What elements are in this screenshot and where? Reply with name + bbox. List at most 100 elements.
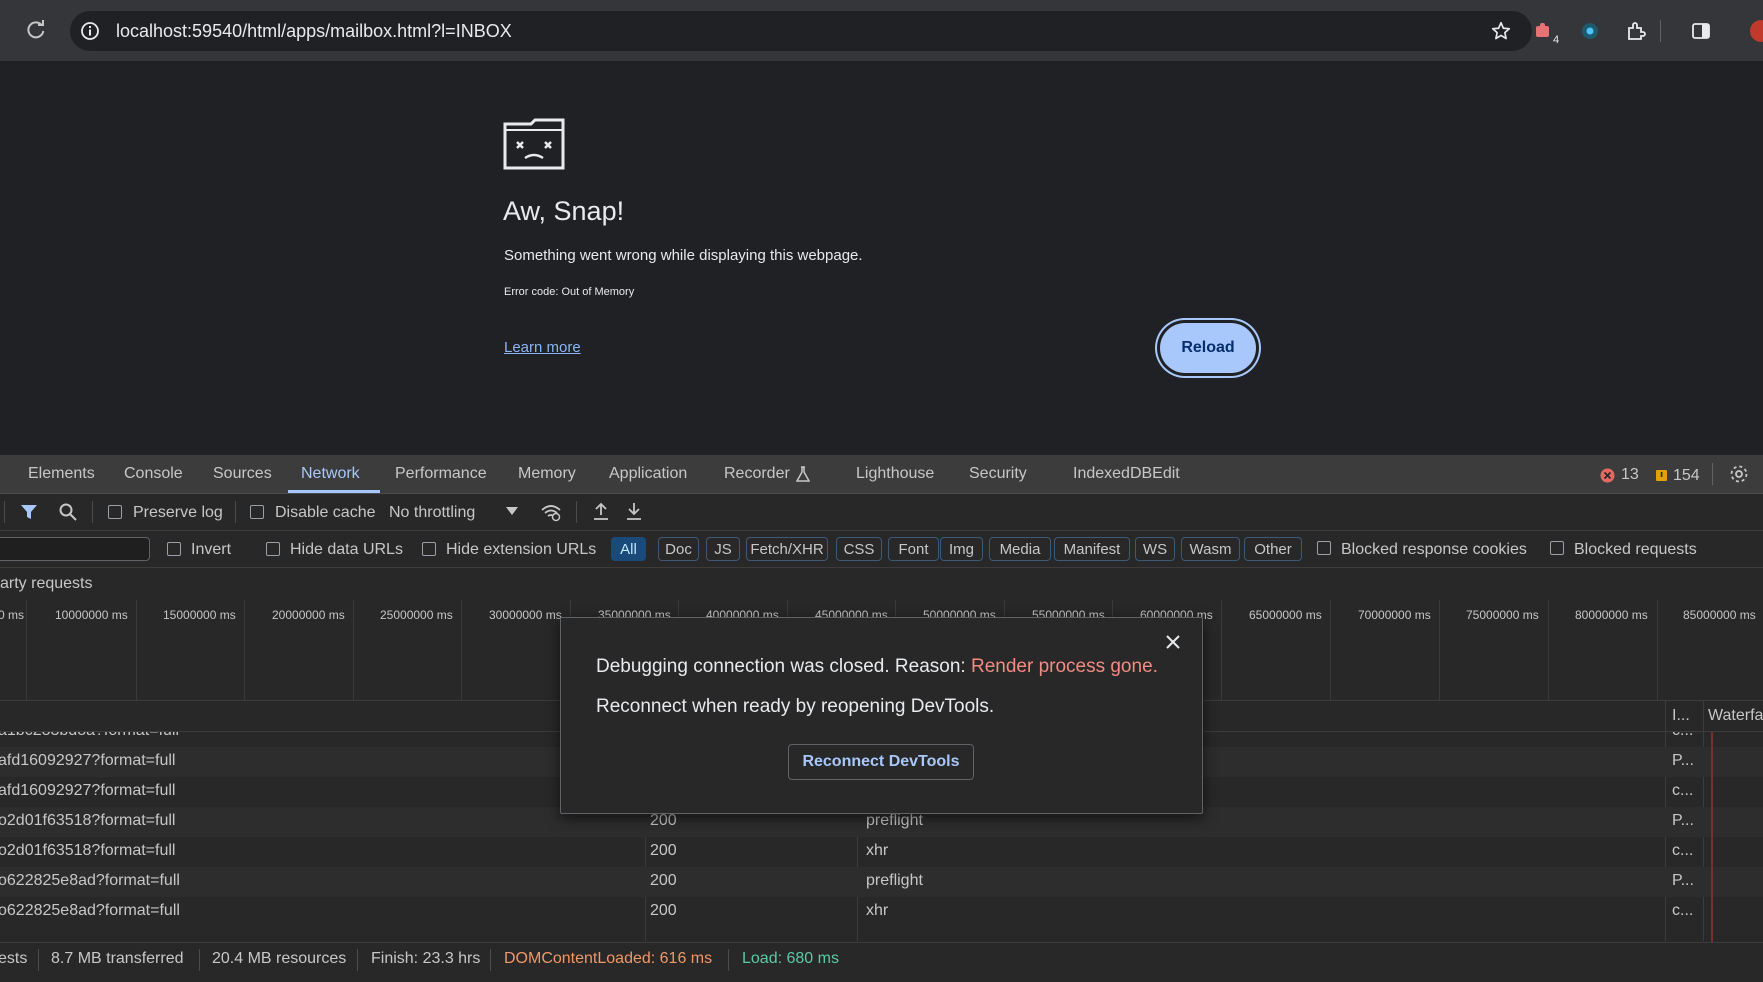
hide-extension-urls-checkbox[interactable] bbox=[422, 542, 436, 556]
tick-label: 65000000 ms bbox=[1249, 608, 1322, 622]
preserve-log-label: Preserve log bbox=[133, 504, 223, 521]
filter-chip-fetch-xhr[interactable]: Fetch/XHR bbox=[746, 537, 828, 561]
tab-elements[interactable]: Elements bbox=[28, 465, 95, 483]
third-party-requests-label: arty requests bbox=[0, 575, 93, 592]
upload-icon[interactable] bbox=[592, 501, 610, 521]
cell-initiator[interactable]: c... bbox=[1672, 782, 1693, 800]
crash-title: Aw, Snap! bbox=[503, 196, 625, 226]
close-icon[interactable] bbox=[1163, 632, 1183, 652]
table-row[interactable]: o622825e8ad?format=full 200 preflight P.… bbox=[0, 867, 1763, 897]
filter-chip-media[interactable]: Media bbox=[989, 537, 1051, 561]
reload-button[interactable]: Reload bbox=[1160, 323, 1256, 373]
tab-performance[interactable]: Performance bbox=[395, 465, 487, 483]
url-text[interactable]: localhost:59540/html/apps/mailbox.html?l… bbox=[116, 21, 512, 42]
hide-data-urls-label: Hide data URLs bbox=[290, 541, 403, 558]
extension-puzzle-red-icon[interactable] bbox=[1533, 20, 1555, 42]
invert-label: Invert bbox=[191, 541, 232, 558]
cell-name: afd16092927?format=full bbox=[0, 752, 176, 769]
filter-chip-all[interactable]: All bbox=[611, 537, 646, 561]
bookmark-star-icon[interactable] bbox=[1490, 20, 1512, 42]
filter-chip-wasm[interactable]: Wasm bbox=[1181, 537, 1240, 561]
tick-gridline bbox=[1548, 600, 1549, 700]
tick-gridline bbox=[26, 600, 27, 700]
disable-cache-checkbox[interactable] bbox=[250, 505, 264, 519]
filter-chip-manifest[interactable]: Manifest bbox=[1054, 537, 1130, 561]
tab-security[interactable]: Security bbox=[969, 465, 1027, 483]
filter-chip-doc[interactable]: Doc bbox=[658, 537, 699, 561]
filter-chip-ws[interactable]: WS bbox=[1135, 537, 1175, 561]
debugging-closed-dialog: Debugging connection was closed. Reason:… bbox=[560, 617, 1203, 814]
tick-label: 80000000 ms bbox=[1575, 608, 1648, 622]
table-row[interactable]: o622825e8ad?format=full 200 xhr c... bbox=[0, 897, 1763, 927]
site-info-icon[interactable] bbox=[80, 21, 100, 41]
cell-name: a1bc283bd8a?format=full bbox=[0, 732, 179, 740]
hide-data-urls-checkbox[interactable] bbox=[266, 542, 280, 556]
status-load: Load: 680 ms bbox=[742, 950, 839, 967]
crash-message: Something went wrong while displaying th… bbox=[504, 247, 863, 264]
blocked-response-cookies-label: Blocked response cookies bbox=[1341, 541, 1527, 558]
dialog-message-prefix: Debugging connection was closed. Reason: bbox=[596, 656, 971, 677]
reconnect-devtools-button[interactable]: Reconnect DevTools bbox=[788, 744, 974, 780]
filter-chip-img[interactable]: Img bbox=[940, 537, 983, 561]
tab-memory[interactable]: Memory bbox=[518, 465, 576, 483]
filter-chip-other[interactable]: Other bbox=[1244, 537, 1302, 561]
network-conditions-icon[interactable] bbox=[540, 502, 562, 522]
status-separator bbox=[728, 949, 729, 971]
filter-input[interactable] bbox=[0, 537, 150, 561]
tab-application[interactable]: Application bbox=[609, 465, 687, 483]
warning-count[interactable]: 154 bbox=[1673, 467, 1700, 485]
blocked-requests-checkbox[interactable] bbox=[1550, 541, 1564, 555]
tick-gridline bbox=[1657, 600, 1658, 700]
filter-icon[interactable] bbox=[20, 503, 38, 521]
side-panel-icon[interactable] bbox=[1690, 20, 1712, 42]
preserve-log-checkbox[interactable] bbox=[108, 505, 122, 519]
tick-label: 20000000 ms bbox=[272, 608, 345, 622]
filter-chip-css[interactable]: CSS bbox=[836, 537, 882, 561]
extensions-icon[interactable] bbox=[1625, 20, 1647, 42]
blocked-response-cookies-checkbox[interactable] bbox=[1317, 541, 1331, 555]
tick-gridline bbox=[1439, 600, 1440, 700]
tab-indexeddbedit[interactable]: IndexedDBEdit bbox=[1073, 465, 1180, 483]
tick-label: 10000000 ms bbox=[55, 608, 128, 622]
cell-initiator[interactable]: c... bbox=[1672, 842, 1693, 860]
filter-chip-font[interactable]: Font bbox=[888, 537, 939, 561]
filter-chip-js[interactable]: JS bbox=[706, 537, 740, 561]
chevron-down-icon[interactable] bbox=[506, 507, 518, 516]
tab-network[interactable]: Network bbox=[301, 465, 360, 483]
cell-initiator[interactable]: P... bbox=[1672, 752, 1694, 770]
reload-icon[interactable] bbox=[24, 18, 48, 42]
throttling-select[interactable]: No throttling bbox=[389, 504, 475, 522]
table-row[interactable]: o2d01f63518?format=full 200 xhr c... bbox=[0, 837, 1763, 867]
search-icon[interactable] bbox=[58, 502, 78, 522]
status-requests: ests bbox=[0, 950, 28, 967]
network-status-bar: ests 8.7 MB transferred 20.4 MB resource… bbox=[0, 942, 1763, 975]
cell-initiator[interactable]: P... bbox=[1672, 872, 1694, 890]
cell-type: xhr bbox=[866, 902, 889, 919]
cell-initiator[interactable]: P... bbox=[1672, 812, 1694, 830]
tick-gridline bbox=[461, 600, 462, 700]
download-icon[interactable] bbox=[625, 501, 643, 521]
tick-gridline bbox=[353, 600, 354, 700]
tab-lighthouse[interactable]: Lighthouse bbox=[856, 465, 934, 483]
profile-avatar[interactable] bbox=[1750, 20, 1763, 42]
network-filterbar: Invert Hide data URLs Hide extension URL… bbox=[0, 531, 1763, 568]
column-header-waterfall[interactable]: Waterfa bbox=[1708, 707, 1763, 725]
status-dom-content-loaded: DOMContentLoaded: 616 ms bbox=[504, 950, 713, 967]
invert-checkbox[interactable] bbox=[167, 542, 181, 556]
tick-gridline bbox=[1221, 600, 1222, 700]
tab-recorder[interactable]: Recorder bbox=[724, 465, 790, 483]
tick-label: 15000000 ms bbox=[163, 608, 236, 622]
warning-icon bbox=[1656, 470, 1667, 481]
column-header-initiator[interactable]: I... bbox=[1672, 707, 1690, 725]
address-bar[interactable]: localhost:59540/html/apps/mailbox.html?l… bbox=[70, 11, 1532, 51]
cell-initiator[interactable]: c... bbox=[1672, 732, 1693, 740]
error-count[interactable]: 13 bbox=[1621, 466, 1639, 484]
crash-error-code: Error code: Out of Memory bbox=[504, 286, 635, 298]
cell-status: 200 bbox=[650, 812, 677, 829]
cell-initiator[interactable]: c... bbox=[1672, 902, 1693, 920]
tab-sources[interactable]: Sources bbox=[213, 465, 272, 483]
extension-gear-icon[interactable] bbox=[1579, 20, 1601, 42]
tab-console[interactable]: Console bbox=[124, 465, 183, 483]
learn-more-link[interactable]: Learn more bbox=[504, 339, 581, 356]
settings-gear-icon[interactable] bbox=[1729, 464, 1749, 484]
